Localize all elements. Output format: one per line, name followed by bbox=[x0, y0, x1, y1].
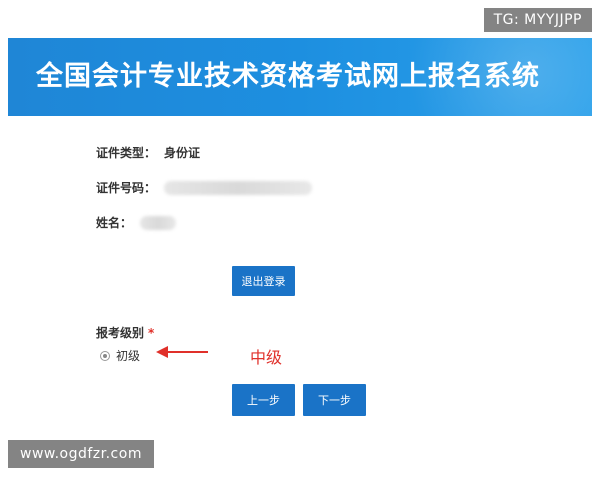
radio-button[interactable] bbox=[100, 350, 110, 361]
header-banner: 全国会计专业技术资格考试网上报名系统 bbox=[8, 38, 592, 116]
id-number-redacted bbox=[164, 180, 313, 195]
name-label: 姓名： bbox=[96, 216, 133, 230]
level-option-label: 初级 bbox=[116, 349, 141, 363]
banner-title: 全国会计专业技术资格考试网上报名系统 bbox=[36, 61, 540, 92]
level-annotation: 中级 bbox=[250, 348, 283, 367]
exam-level-label: 报考级别 * bbox=[96, 324, 154, 341]
prev-step-button[interactable]: 上一步 bbox=[232, 384, 295, 416]
id-number-label: 证件号码： bbox=[96, 181, 157, 195]
id-number-row: 证件号码： bbox=[96, 179, 313, 196]
level-option-primary[interactable]: 初级 bbox=[100, 347, 140, 364]
watermark-tg: TG: MYYJJPP bbox=[483, 8, 592, 32]
logout-button[interactable]: 退出登录 bbox=[232, 266, 295, 296]
red-arrow-icon bbox=[156, 346, 208, 358]
id-type-label: 证件类型： bbox=[96, 146, 157, 160]
exam-level-text: 报考级别 bbox=[96, 326, 145, 340]
id-type-row: 证件类型： 身份证 bbox=[96, 144, 200, 161]
watermark-site: www.ogdfzr.com bbox=[8, 440, 154, 468]
id-type-value: 身份证 bbox=[164, 146, 201, 160]
name-redacted bbox=[140, 215, 177, 230]
registration-page: TG: MYYJJPP 全国会计专业技术资格考试网上报名系统 证件类型： 身份证… bbox=[0, 0, 600, 480]
next-step-button[interactable]: 下一步 bbox=[303, 384, 366, 416]
name-row: 姓名： bbox=[96, 214, 177, 231]
required-mark: * bbox=[148, 326, 155, 340]
radio-dot-icon bbox=[103, 353, 107, 358]
